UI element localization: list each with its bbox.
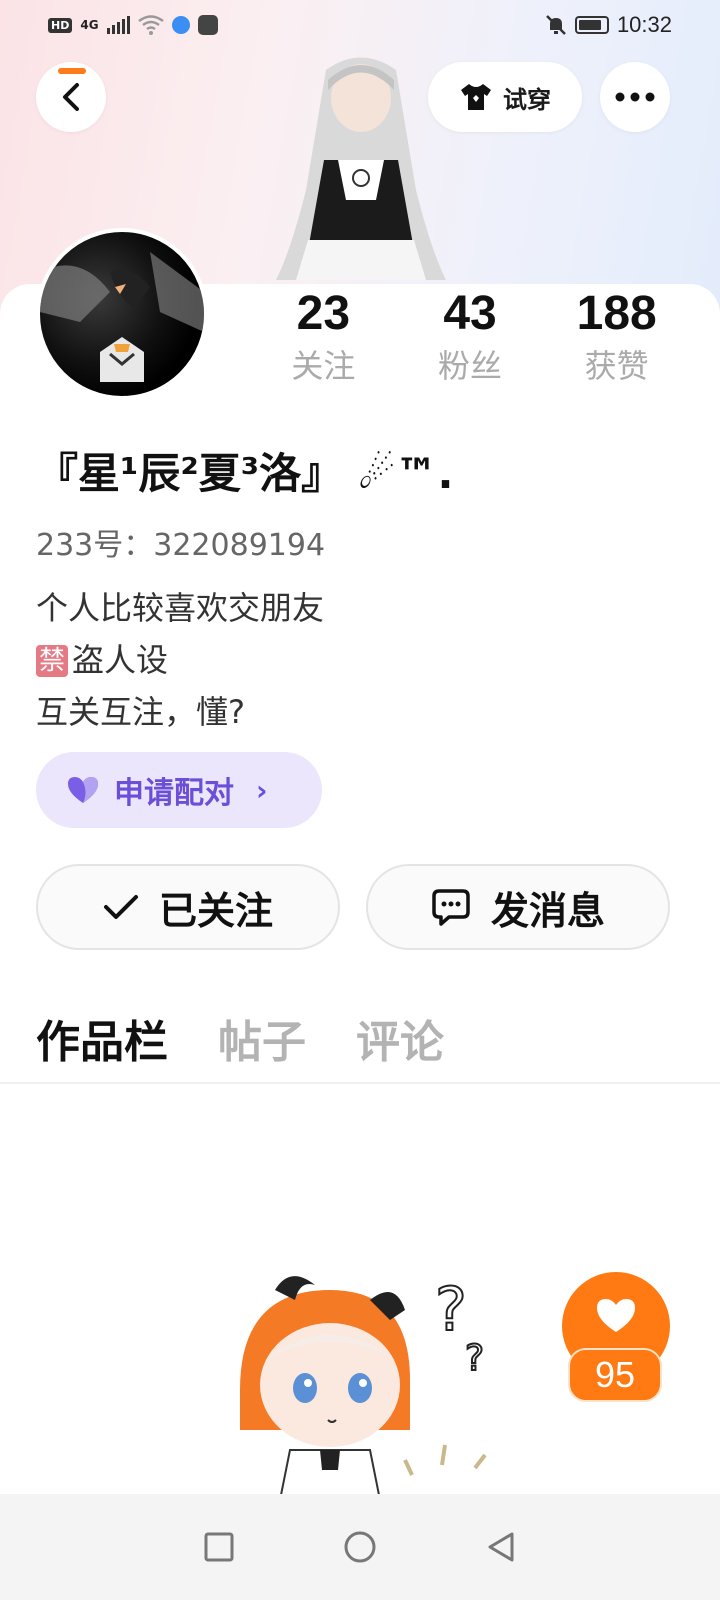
stat-followers[interactable]: 43 粉丝 bbox=[397, 284, 544, 394]
stat-label: 粉丝 bbox=[438, 347, 503, 385]
heart-icon bbox=[68, 777, 98, 803]
heart-icon bbox=[597, 1299, 635, 1332]
tab-posts[interactable]: 帖子 bbox=[218, 1006, 306, 1070]
check-icon bbox=[103, 895, 138, 919]
clock: 10:32 bbox=[616, 12, 672, 37]
back-arrow-icon bbox=[63, 83, 79, 111]
status-bar: HD 4G 10:32 bbox=[0, 0, 720, 50]
followed-label: 已关注 bbox=[158, 888, 273, 933]
chevron-right-icon: › bbox=[256, 773, 268, 807]
try-on-button[interactable]: 试穿 bbox=[428, 62, 582, 132]
more-button[interactable] bbox=[600, 62, 670, 132]
signal-icon bbox=[106, 16, 130, 34]
avatar-image bbox=[40, 252, 204, 382]
app-notification-icon bbox=[197, 15, 218, 35]
stat-value: 188 bbox=[576, 287, 657, 340]
stat-value: 23 bbox=[296, 287, 351, 340]
shirt-icon bbox=[461, 84, 491, 110]
stat-value: 43 bbox=[443, 287, 497, 340]
apply-pair-button[interactable]: 申请配对 › bbox=[36, 752, 322, 828]
like-count-badge: 95 bbox=[568, 1348, 662, 1402]
nickname: 『星¹辰²夏³洛』 ☄™. bbox=[36, 449, 454, 498]
tab-comments[interactable]: 评论 bbox=[356, 1006, 444, 1070]
profile-stats: 23 关注 43 粉丝 188 获赞 bbox=[250, 284, 690, 394]
stat-label: 获赞 bbox=[584, 347, 649, 385]
square-nav-icon[interactable] bbox=[204, 1532, 234, 1562]
chat-bubble-icon bbox=[432, 889, 470, 926]
tab-works[interactable]: 作品栏 bbox=[36, 1006, 168, 1070]
stat-likes[interactable]: 188 获赞 bbox=[543, 284, 690, 394]
battery-icon bbox=[574, 16, 609, 34]
stat-following[interactable]: 23 关注 bbox=[250, 284, 397, 394]
status-left: HD 4G bbox=[48, 15, 218, 35]
browser-app-icon bbox=[171, 16, 190, 34]
send-message-button[interactable]: 发消息 bbox=[366, 864, 670, 950]
wifi-icon bbox=[137, 15, 164, 35]
tabs-divider bbox=[0, 1082, 720, 1084]
circle-nav-icon[interactable] bbox=[343, 1530, 377, 1564]
user-id: 233号：322089194 bbox=[36, 528, 326, 563]
bio-line-text: 盗人设 bbox=[72, 641, 169, 679]
active-tab-indicator bbox=[58, 68, 86, 74]
bio-line: 禁盗人设 bbox=[36, 634, 324, 686]
more-dots-icon bbox=[615, 92, 655, 102]
bell-muted-icon bbox=[546, 15, 566, 35]
bio-line: 个人比较喜欢交朋友 bbox=[36, 589, 325, 627]
system-navigation-bar bbox=[0, 1494, 720, 1600]
try-on-label: 试穿 bbox=[503, 85, 551, 114]
stat-label: 关注 bbox=[291, 347, 356, 385]
apply-pair-label: 申请配对 bbox=[114, 776, 234, 811]
network-type: 4G bbox=[80, 18, 99, 32]
svg-text:?: ? bbox=[435, 1275, 467, 1345]
bio-line: 互关互注，懂? bbox=[36, 693, 245, 731]
hd-badge: HD bbox=[48, 17, 73, 33]
empty-state-illustration: ? ? bbox=[240, 1274, 487, 1500]
status-right: 10:32 bbox=[545, 12, 672, 38]
send-message-label: 发消息 bbox=[490, 888, 605, 933]
ban-badge: 禁 bbox=[36, 645, 69, 677]
triangle-back-icon[interactable] bbox=[486, 1531, 516, 1563]
bio: 个人比较喜欢交朋友 禁盗人设 互关互注，懂? bbox=[36, 582, 324, 738]
followed-button[interactable]: 已关注 bbox=[36, 864, 340, 950]
svg-text:?: ? bbox=[465, 1338, 484, 1379]
content-tabs: 作品栏 帖子 评论 bbox=[36, 1006, 444, 1070]
avatar[interactable] bbox=[36, 228, 208, 400]
